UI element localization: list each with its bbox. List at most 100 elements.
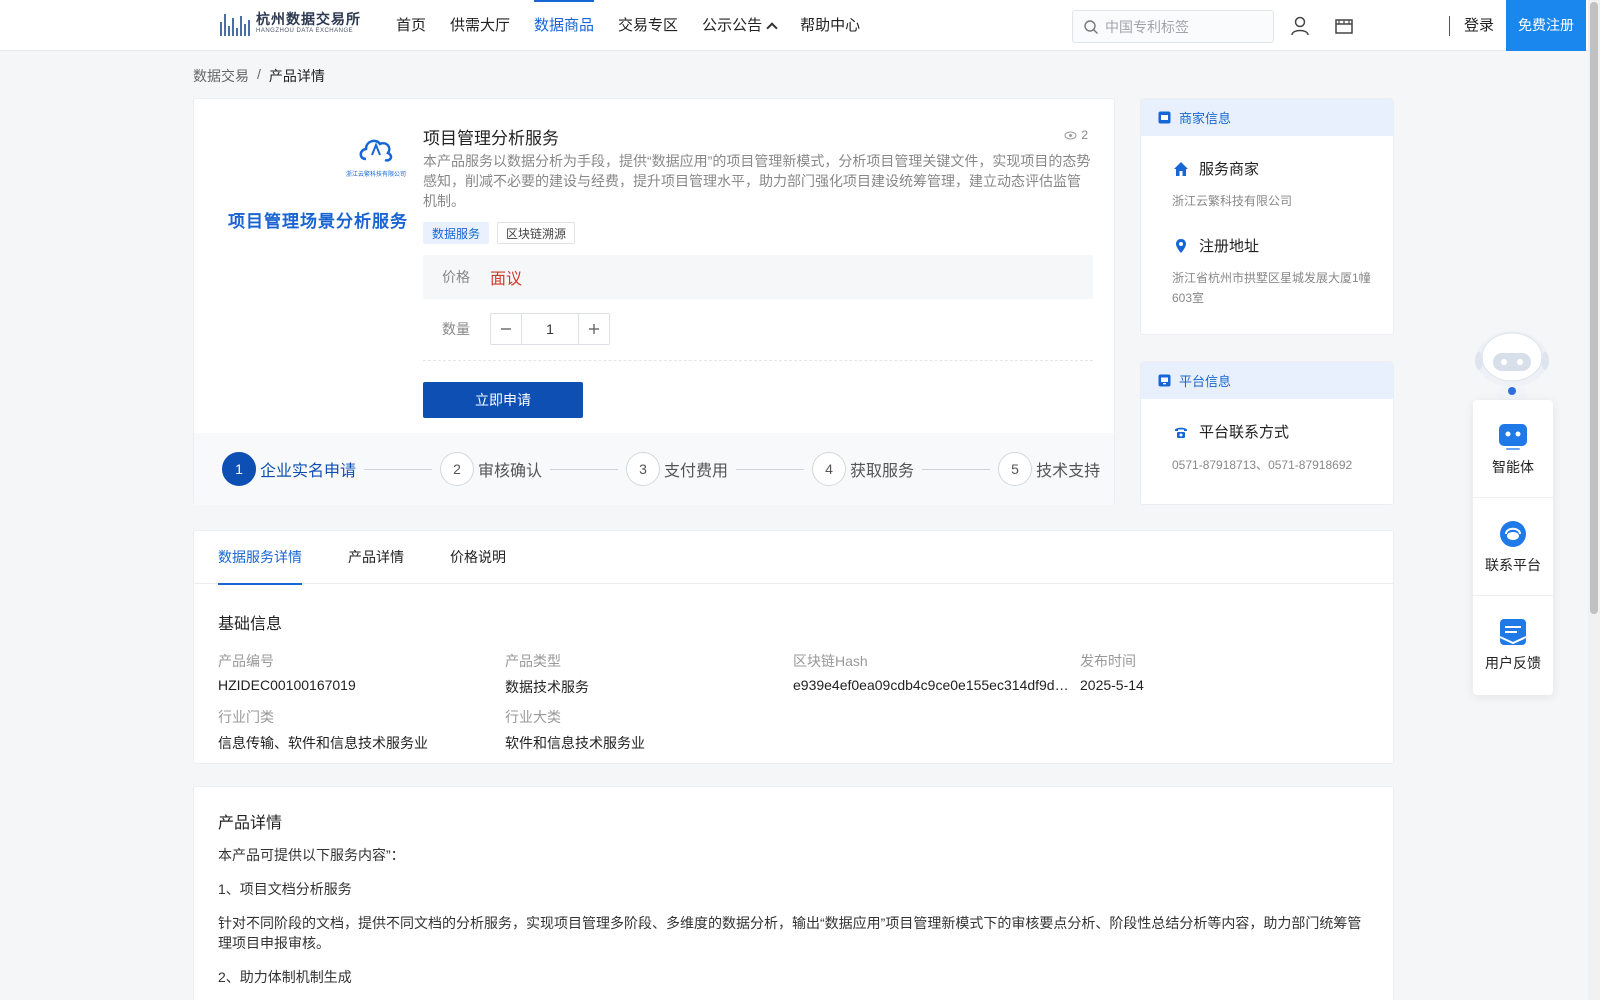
robot-assistant-icon[interactable] bbox=[1473, 325, 1551, 405]
product-image: 浙江云繁科技有限公司 项目管理场景分析服务 bbox=[216, 119, 416, 319]
field-value: 信息传输、软件和信息技术服务业 bbox=[218, 735, 428, 751]
float-contact-button[interactable]: 联系平台 bbox=[1473, 498, 1553, 596]
field-value: e939e4ef0ea09cdb4c9ce0e155ec314df9d… bbox=[793, 677, 1069, 693]
float-contact-label: 联系平台 bbox=[1485, 556, 1541, 573]
step-label: 审核确认 bbox=[478, 463, 543, 480]
platform-contact-value: 0571-87918713、0571-87918692 bbox=[1172, 458, 1353, 472]
nav-trading-zone[interactable]: 交易专区 bbox=[606, 0, 690, 51]
nav-supply-demand[interactable]: 供需大厅 bbox=[438, 0, 522, 51]
search-input[interactable] bbox=[1105, 18, 1265, 35]
agent-icon bbox=[1499, 423, 1527, 450]
field-value: HZIDEC00100167019 bbox=[218, 677, 356, 693]
home-icon bbox=[1174, 161, 1188, 176]
phone-icon bbox=[1175, 427, 1187, 438]
field-industry-major: 行业大类 软件和信息技术服务业 bbox=[505, 707, 783, 753]
user-icon[interactable] bbox=[1289, 15, 1311, 37]
view-count: 2 bbox=[1064, 128, 1088, 142]
store-icon[interactable] bbox=[1333, 15, 1355, 37]
header-divider bbox=[1449, 16, 1450, 36]
quantity-label: 数量 bbox=[442, 321, 470, 337]
monitor-badge-icon bbox=[1158, 374, 1171, 387]
platform-contact-title: 平台联系方式 bbox=[1173, 421, 1289, 442]
nav-help-center[interactable]: 帮助中心 bbox=[788, 0, 872, 51]
tag-blockchain-trace: 区块链溯源 bbox=[497, 222, 576, 244]
service-details-card: 数据服务详情 产品详情 价格说明 基础信息 产品编号 HZIDEC0010016… bbox=[193, 530, 1394, 764]
nav-data-products[interactable]: 数据商品 bbox=[522, 0, 606, 51]
nav-home[interactable]: 首页 bbox=[384, 0, 438, 51]
details-item-2-title: 2、助力体制机制生成 bbox=[218, 969, 352, 985]
float-agent-label: 智能体 bbox=[1492, 458, 1534, 475]
step-number: 2 bbox=[440, 452, 475, 486]
field-blockchain-hash: 区块链Hash e939e4ef0ea09cdb4c9ce0e155ec314d… bbox=[793, 651, 1071, 693]
step-connector bbox=[736, 468, 805, 470]
service-merchant-value: 浙江云繁科技有限公司 bbox=[1172, 194, 1293, 208]
scrollbar-thumb[interactable] bbox=[1590, 2, 1598, 614]
platform-contact-label: 平台联系方式 bbox=[1199, 424, 1290, 441]
product-details-heading: 产品详情 bbox=[218, 815, 283, 832]
platform-info-header: 平台信息 bbox=[1141, 362, 1393, 399]
page-scrollbar[interactable] bbox=[1588, 0, 1600, 1000]
chevron-up-icon bbox=[766, 22, 778, 34]
breadcrumb-current: 产品详情 bbox=[268, 68, 325, 84]
basic-info-heading: 基础信息 bbox=[218, 616, 283, 633]
field-product-id: 产品编号 HZIDEC00100167019 bbox=[218, 651, 496, 693]
register-address-value: 浙江省杭州市拱墅区星城发展大厦1幢603室 bbox=[1172, 271, 1371, 305]
minus-icon bbox=[501, 328, 511, 330]
float-agent-button[interactable]: 智能体 bbox=[1473, 400, 1553, 498]
detail-tabs: 数据服务详情 产品详情 价格说明 bbox=[194, 531, 1393, 585]
image-company-text: 浙江云繁科技有限公司 bbox=[346, 172, 407, 178]
increment-button[interactable] bbox=[579, 314, 609, 344]
tab-data-service-details[interactable]: 数据服务详情 bbox=[218, 531, 302, 585]
quantity-row: 数量 1 bbox=[442, 313, 610, 345]
step-label: 获取服务 bbox=[850, 463, 915, 480]
step-label: 技术支持 bbox=[1036, 463, 1101, 480]
image-title: 项目管理场景分析服务 bbox=[228, 212, 408, 231]
register-button[interactable]: 免费注册 bbox=[1506, 0, 1586, 51]
step-connector bbox=[364, 468, 433, 470]
product-details-card: 产品详情 本产品可提供以下服务内容”： 1、项目文档分析服务 针对不同阶段的文档… bbox=[193, 786, 1394, 1000]
eye-icon bbox=[1064, 131, 1077, 139]
quantity-stepper: 1 bbox=[490, 313, 610, 345]
floating-service-panel: 智能体 联系平台 用户反馈 bbox=[1473, 400, 1553, 695]
tab-price-description[interactable]: 价格说明 bbox=[450, 531, 506, 584]
step-2: 2 审核确认 bbox=[440, 452, 542, 486]
float-feedback-button[interactable]: 用户反馈 bbox=[1473, 596, 1553, 694]
step-number: 4 bbox=[812, 452, 847, 486]
breadcrumb-separator: / bbox=[257, 66, 261, 82]
process-steps: 1 企业实名申请 2 审核确认 3 支付费用 4 获取服务 5 技术支持 bbox=[194, 433, 1114, 505]
tag-data-service: 数据服务 bbox=[423, 222, 490, 244]
decrement-button[interactable] bbox=[491, 314, 521, 344]
service-merchant-label: 服务商家 bbox=[1199, 161, 1260, 178]
register-address-label: 注册地址 bbox=[1199, 238, 1260, 255]
step-number: 3 bbox=[626, 452, 661, 486]
tab-product-details[interactable]: 产品详情 bbox=[348, 531, 404, 584]
login-link[interactable]: 登录 bbox=[1464, 0, 1494, 51]
breadcrumb-data-trade[interactable]: 数据交易 bbox=[193, 66, 249, 86]
site-logo[interactable]: 杭州数据交易所 HANGZHOU DATA EXCHANGE bbox=[220, 12, 361, 36]
main-nav: 首页 供需大厅 数据商品 交易专区 公示公告 帮助中心 bbox=[384, 0, 872, 51]
platform-info-title: 平台信息 bbox=[1179, 374, 1232, 389]
step-label: 支付费用 bbox=[664, 463, 729, 480]
product-tags: 数据服务 区块链溯源 bbox=[423, 222, 576, 244]
product-card: 浙江云繁科技有限公司 项目管理场景分析服务 项目管理分析服务 2 本产品服务以数… bbox=[193, 98, 1115, 505]
step-number: 5 bbox=[998, 452, 1033, 486]
step-3: 3 支付费用 bbox=[626, 452, 728, 486]
merchant-info-title: 商家信息 bbox=[1179, 111, 1232, 126]
platform-info-card: 平台信息 平台联系方式 0571-87918713、0571-87918692 bbox=[1140, 361, 1394, 505]
headset-chat-icon bbox=[1500, 520, 1526, 547]
logo-name: 杭州数据交易所 bbox=[256, 11, 361, 27]
quantity-input[interactable]: 1 bbox=[521, 314, 579, 344]
search-box bbox=[1072, 10, 1274, 43]
nav-announcements[interactable]: 公示公告 bbox=[690, 0, 788, 51]
details-intro: 本产品可提供以下服务内容”： bbox=[218, 847, 405, 863]
apply-now-button[interactable]: 立即申请 bbox=[423, 382, 583, 418]
price-box: 价格 面议 bbox=[423, 255, 1093, 299]
field-value: 2025-5-14 bbox=[1080, 677, 1144, 693]
field-industry-category: 行业门类 信息传输、软件和信息技术服务业 bbox=[218, 707, 496, 753]
search-icon[interactable] bbox=[1083, 19, 1099, 35]
step-number: 1 bbox=[222, 452, 256, 486]
top-header: 杭州数据交易所 HANGZHOU DATA EXCHANGE 首页 供需大厅 数… bbox=[0, 0, 1600, 51]
feedback-mail-icon bbox=[1499, 619, 1527, 645]
step-1: 1 企业实名申请 bbox=[222, 452, 356, 486]
step-label: 企业实名申请 bbox=[260, 463, 357, 480]
